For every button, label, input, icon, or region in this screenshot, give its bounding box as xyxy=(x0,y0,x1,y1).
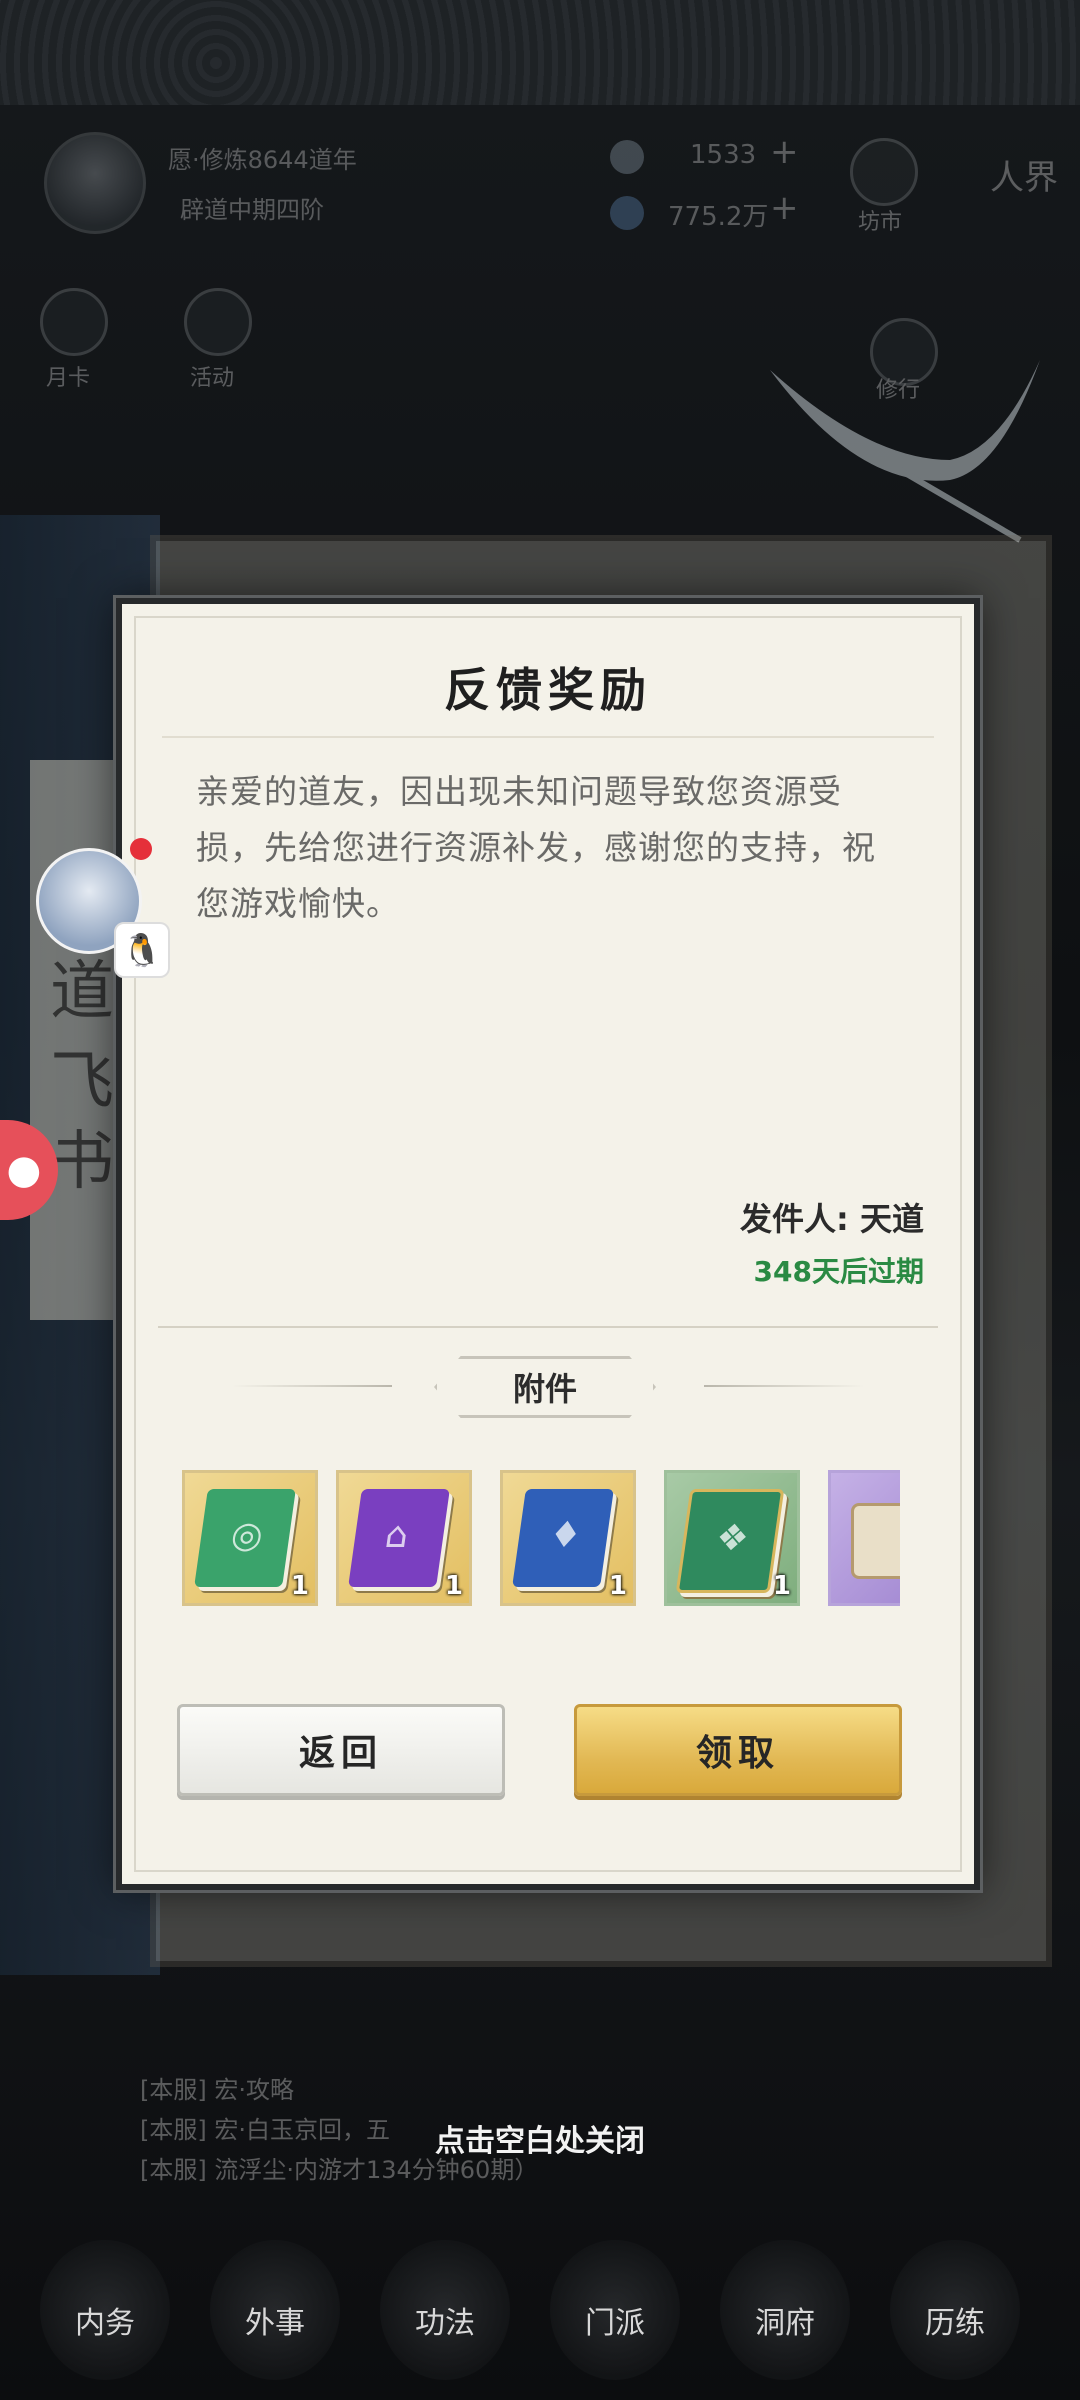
currency-spirit-stone: 1533 xyxy=(690,140,757,170)
mail-sender: 发件人: 天道 xyxy=(740,1200,924,1238)
attachment-item[interactable]: ◎ 1 xyxy=(182,1470,318,1606)
calligraphy-char-3: 书 xyxy=(50,1125,114,1199)
events-label: 活动 xyxy=(190,366,235,391)
claim-button[interactable]: 领取 xyxy=(574,1704,902,1796)
divider-left xyxy=(232,1385,392,1387)
attachment-list[interactable]: ◎ 1 ⌂ 1 ♦ 1 ❖ 1 xyxy=(182,1470,900,1606)
attachment-item[interactable]: ♦ 1 xyxy=(500,1470,636,1606)
monthly-card-icon[interactable] xyxy=(40,288,108,356)
jade-manual-icon: ❖ xyxy=(675,1489,785,1593)
top-decor-band xyxy=(0,0,1080,105)
gem-icon xyxy=(610,196,644,230)
add-spirit-stone-button[interactable]: + xyxy=(770,132,799,172)
feedback-reward-dialog: 反馈奖励 亲爱的道友，因出现未知问题导致您资源受损，先给您进行资源补发，感谢您的… xyxy=(116,598,980,1890)
nav-label: 洞府 xyxy=(755,2306,815,2341)
nav-label: 内务 xyxy=(75,2306,135,2341)
market-icon[interactable] xyxy=(850,138,918,206)
currency-gem: 775.2万 xyxy=(668,202,769,232)
calligraphy-char-1: 道 xyxy=(50,955,114,1029)
player-rank: 辟道中期四阶 xyxy=(180,196,324,224)
item-quantity: 1 xyxy=(290,1571,309,1601)
nav-label: 门派 xyxy=(585,2306,645,2341)
player-avatar[interactable] xyxy=(44,132,146,234)
divider-right xyxy=(704,1385,864,1387)
add-gem-button[interactable]: + xyxy=(770,188,799,228)
chat-line: [本服] 宏·攻略 xyxy=(140,2076,294,2104)
monthly-card-label: 月卡 xyxy=(46,366,91,391)
item-quantity: 1 xyxy=(772,1571,791,1601)
scroll-icon xyxy=(851,1503,900,1579)
bottom-nav: 内务 外事 功法 门派 洞府 历练 xyxy=(0,2220,1080,2400)
attachment-item[interactable] xyxy=(828,1470,900,1606)
spirit-stone-icon xyxy=(610,140,644,174)
item-quantity: 1 xyxy=(444,1571,463,1601)
attachments-label: 附件 xyxy=(434,1356,656,1418)
mail-expiry: 348天后过期 xyxy=(753,1255,924,1288)
back-button[interactable]: 返回 xyxy=(177,1704,505,1796)
title-divider xyxy=(162,736,934,738)
green-book-icon: ◎ xyxy=(194,1489,296,1587)
attachment-item[interactable]: ⌂ 1 xyxy=(336,1470,472,1606)
market-label: 坊市 xyxy=(858,210,903,235)
item-quantity: 1 xyxy=(608,1571,627,1601)
nav-label: 功法 xyxy=(415,2306,475,2341)
dialog-title: 反馈奖励 xyxy=(444,663,652,717)
attachments-header: 附件 xyxy=(122,1356,974,1418)
events-icon[interactable] xyxy=(184,288,252,356)
blue-book-icon: ♦ xyxy=(512,1489,614,1587)
nav-label: 外事 xyxy=(245,2306,305,2341)
mail-body: 亲爱的道友，因出现未知问题导致您资源受损，先给您进行资源补发，感谢您的支持，祝您… xyxy=(196,772,876,923)
player-name: 愿·修炼8644道年 xyxy=(168,146,357,174)
nav-label: 历练 xyxy=(925,2306,985,2341)
notification-dot xyxy=(130,838,152,860)
crane-decoration xyxy=(770,360,1040,543)
purple-book-icon: ⌂ xyxy=(348,1489,450,1587)
qq-penguin-icon[interactable]: 🐧 xyxy=(114,922,170,978)
attachment-item[interactable]: ❖ 1 xyxy=(664,1470,800,1606)
calligraphy-char-2: 飞 xyxy=(50,1045,114,1119)
realm-label[interactable]: 人界 xyxy=(990,150,1058,199)
tap-to-close-hint[interactable]: 点击空白处关闭 xyxy=(0,2116,1080,2160)
content-divider xyxy=(158,1326,938,1328)
